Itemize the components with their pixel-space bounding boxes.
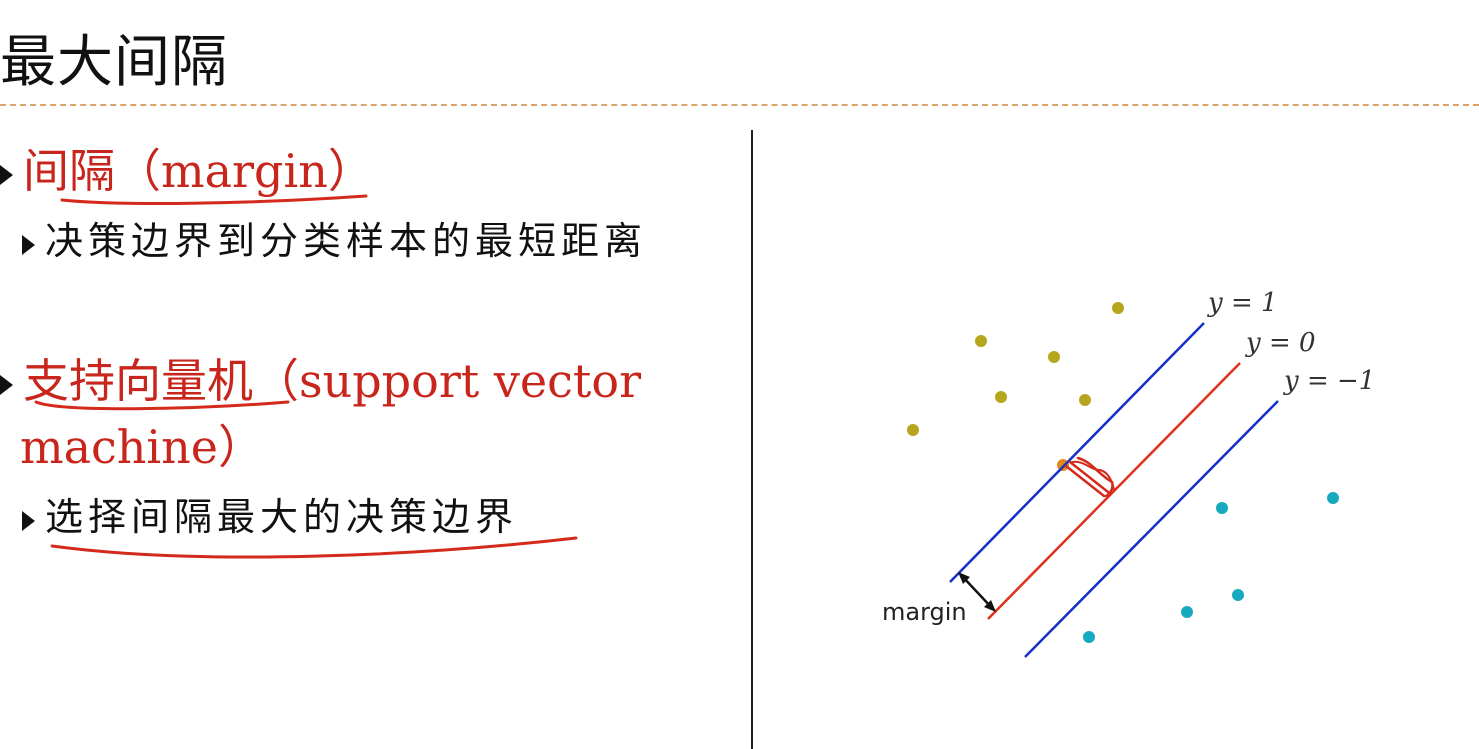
class-a-point	[975, 335, 987, 347]
handwritten-margin-mark	[1064, 456, 1114, 498]
margin-line-positive	[949, 322, 1205, 583]
label-y-minus-1: y = −1	[1283, 366, 1375, 396]
class-a-point	[1112, 302, 1124, 314]
class-a-point	[995, 391, 1007, 403]
class-b-point	[1327, 492, 1339, 504]
class-a-point	[1048, 351, 1060, 363]
bullet-svm: 支持向量机（support vector	[0, 348, 641, 414]
bullet-margin-definition-text: 决策边界到分类样本的最短距离	[45, 219, 648, 263]
bullet-triangle-icon	[22, 234, 35, 255]
title-divider	[0, 104, 1479, 106]
class-b-point	[1232, 589, 1244, 601]
bullet-svm-definition: 选择间隔最大的决策边界	[22, 492, 518, 542]
margin-line-negative	[1024, 400, 1279, 658]
class-a-point	[907, 424, 919, 436]
bullet-svm-heading-line2: machine）	[20, 420, 264, 474]
margin-label: margin	[882, 598, 967, 626]
label-y-1: y = 1	[1207, 288, 1278, 318]
class-b-point	[1216, 502, 1228, 514]
decision-boundary-line	[987, 362, 1241, 620]
bullet-svm-definition-text: 选择间隔最大的决策边界	[45, 495, 519, 539]
class-b-point	[1083, 631, 1095, 643]
column-divider	[751, 130, 753, 749]
svm-diagram: y = 1 y = 0 y = −1 margin	[882, 288, 1375, 658]
bullet-margin-heading: 间隔（margin）	[23, 144, 374, 198]
bullet-margin-definition: 决策边界到分类样本的最短距离	[22, 216, 647, 266]
bullet-triangle-icon	[0, 165, 13, 185]
page-title: 最大间隔	[0, 30, 228, 95]
bullet-triangle-icon	[22, 510, 35, 531]
class-b-point	[1181, 606, 1193, 618]
bullet-triangle-icon	[0, 375, 13, 395]
bullet-margin: 间隔（margin）	[0, 138, 374, 204]
class-a-point	[1079, 394, 1091, 406]
bullet-svm-heading-line1: 支持向量机（support vector	[23, 354, 642, 408]
label-y-0: y = 0	[1245, 328, 1316, 358]
